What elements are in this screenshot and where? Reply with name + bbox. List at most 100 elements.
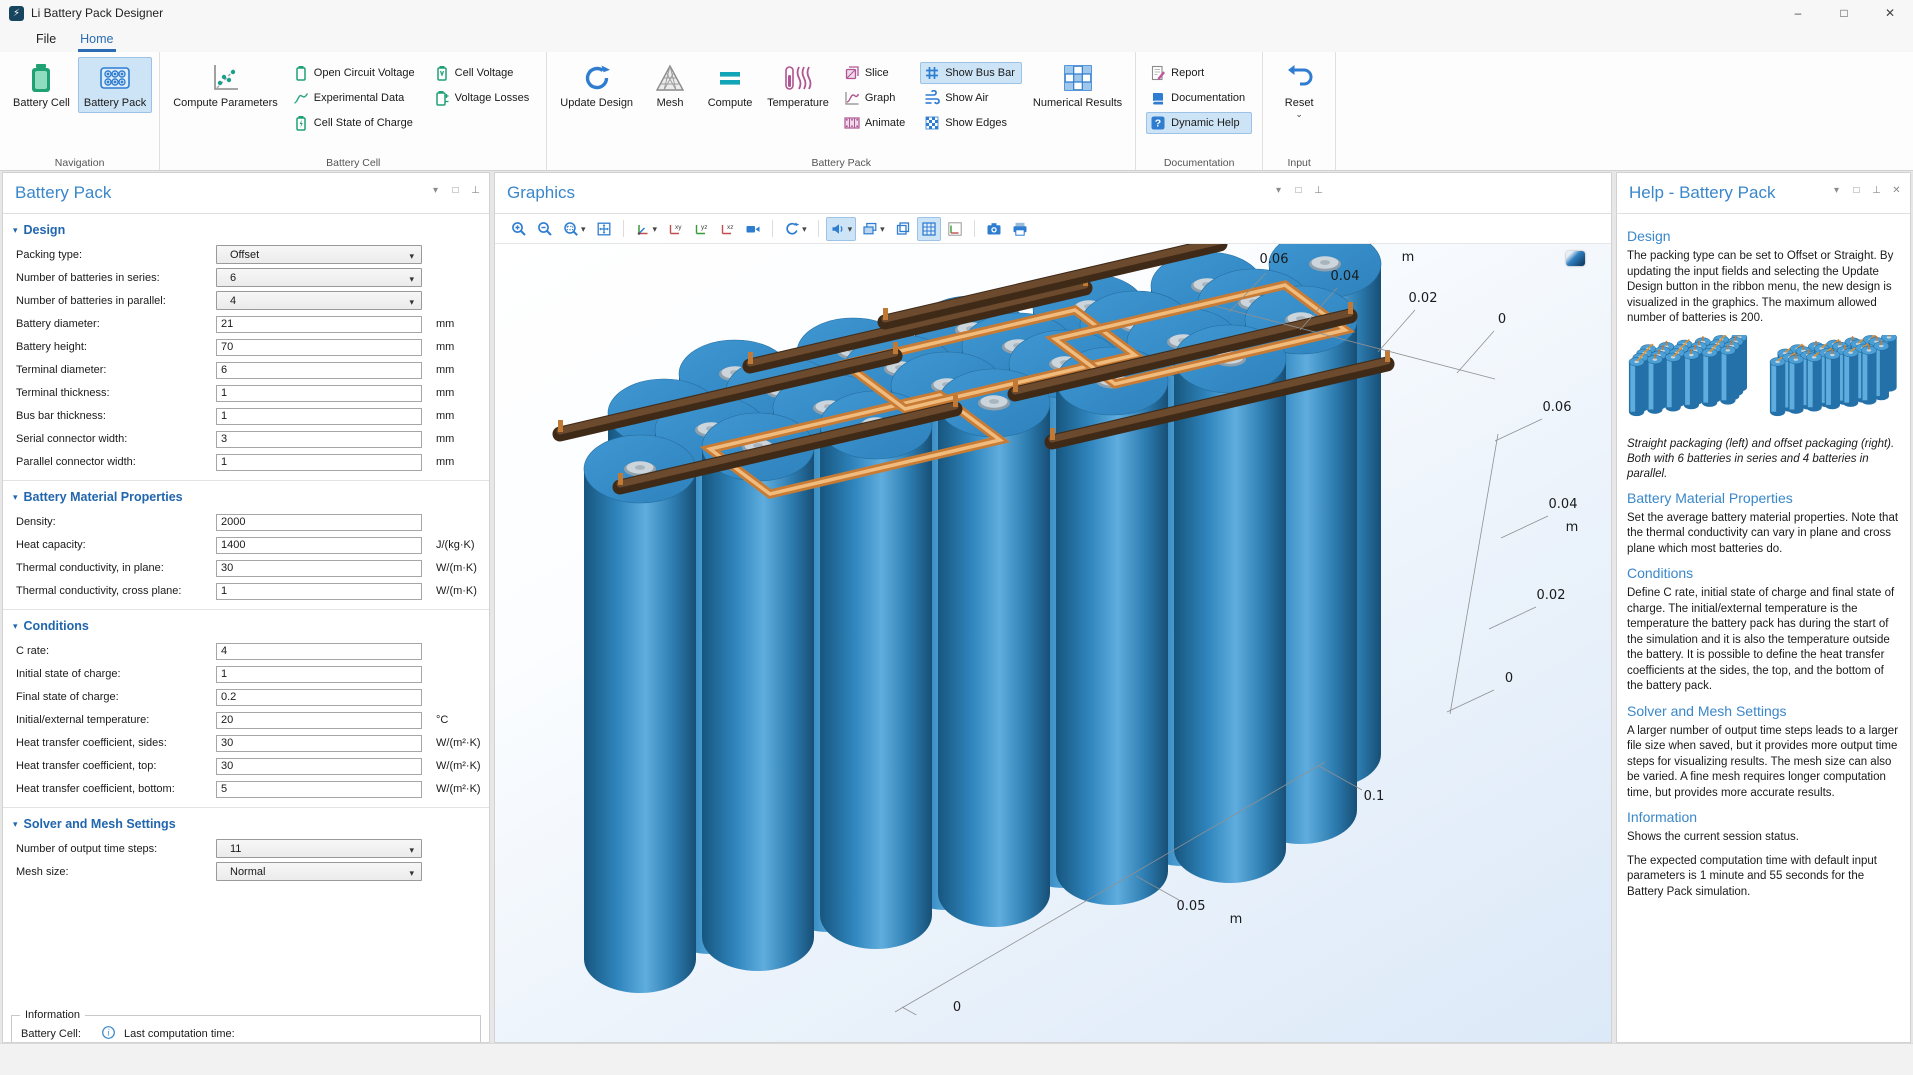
section-header[interactable]: ▾Conditions (13, 619, 489, 633)
heat-transfer-coefficient-bottom-field[interactable] (216, 781, 422, 798)
zoom-box-button[interactable]: ▾ (559, 217, 590, 241)
tab-home[interactable]: Home (68, 28, 125, 52)
button-label: Documentation (1171, 92, 1245, 104)
cell-voltage-button[interactable]: Cell Voltage (430, 62, 537, 84)
initial-state-of-charge-field[interactable] (216, 666, 422, 683)
scene-camera-button[interactable] (741, 217, 765, 241)
float-window-icon[interactable]: □ (1293, 185, 1304, 196)
serial-connector-width-field[interactable] (216, 431, 422, 448)
cell-state-of-charge-button[interactable]: Cell State of Charge (289, 112, 422, 134)
sound-button[interactable]: ▾ (826, 217, 857, 241)
axis-tick-label: 0.04 (1331, 269, 1360, 284)
numerical-results-button[interactable]: Numerical Results (1027, 57, 1128, 113)
view-xy-button[interactable]: xy (663, 217, 687, 241)
animate-icon (844, 115, 860, 131)
zoom-in-button[interactable] (507, 217, 531, 241)
float-window-icon[interactable]: □ (1851, 185, 1862, 196)
initial-external-temperature-field[interactable] (216, 712, 422, 729)
pin-icon[interactable]: ⊥ (470, 185, 481, 196)
show-edges-button[interactable]: Show Edges (920, 112, 1022, 134)
mesh-button[interactable]: Mesh (641, 57, 699, 113)
thermal-conductivity-cross-plane-field[interactable] (216, 583, 422, 600)
final-state-of-charge-field[interactable] (216, 689, 422, 706)
zoom-extents-button[interactable] (592, 217, 616, 241)
chevron-down-icon[interactable]: ▾ (430, 185, 441, 196)
battery-pack-3d-scene[interactable]: 0.060.040.020m0.060.040.020m0.10.050m (495, 244, 1611, 1015)
snapshot-button[interactable] (982, 217, 1006, 241)
temperature-icon (783, 63, 813, 93)
packing-type-select[interactable]: Offset▾ (216, 245, 422, 264)
number-of-output-time-steps-select[interactable]: 11▾ (216, 839, 422, 858)
heat-capacity-field[interactable] (216, 537, 422, 554)
battery-cell-button[interactable]: Battery Cell (7, 57, 76, 113)
reset-button[interactable]: Reset⌄ (1270, 57, 1328, 121)
form-row: Heat capacity:J/(kg·K) (3, 536, 489, 553)
pin-icon[interactable]: ⊥ (1313, 185, 1324, 196)
heat-transfer-coefficient-sides-field[interactable] (216, 735, 422, 752)
compute-parameters-button[interactable]: Compute Parameters (167, 57, 284, 113)
thermal-conductivity-in-plane-field[interactable] (216, 560, 422, 577)
form-row: Packing type:Offset▾ (3, 246, 489, 263)
terminal-thickness-field[interactable] (216, 385, 422, 402)
terminal-diameter-field[interactable] (216, 362, 422, 379)
information-label: Battery Cell: (21, 1028, 93, 1040)
info-icon[interactable]: i (101, 1025, 116, 1042)
close-icon[interactable]: ✕ (1891, 185, 1902, 196)
ribbon-group-battery-cell: Compute ParametersOpen Circuit Voltage Ex… (160, 52, 547, 170)
battery-pack-button[interactable]: Battery Pack (78, 57, 152, 113)
chevron-down-icon[interactable]: ▾ (1831, 185, 1842, 196)
report-icon (1150, 65, 1166, 81)
select-value: Offset (230, 249, 259, 261)
close-button[interactable]: ✕ (1867, 0, 1913, 26)
open-circuit-voltage-button[interactable]: Open Circuit Voltage (289, 62, 422, 84)
show-bus-bar-button[interactable]: Show Bus Bar (920, 62, 1022, 84)
view-xz-button[interactable]: xz (715, 217, 739, 241)
axes-button[interactable] (943, 217, 967, 241)
minimize-button[interactable]: – (1775, 0, 1821, 26)
button-label: Show Bus Bar (945, 67, 1015, 79)
parallel-connector-width-field[interactable] (216, 454, 422, 471)
voltage-losses-button[interactable]: Voltage Losses (430, 87, 537, 109)
animate-button[interactable]: Animate (840, 112, 912, 134)
default-view-button[interactable]: ▾ (631, 217, 662, 241)
update-design-button[interactable]: Update Design (554, 57, 639, 113)
density-field[interactable] (216, 514, 422, 531)
information-legend: Information (20, 1009, 85, 1021)
temperature-button[interactable]: Temperature (761, 57, 835, 113)
report-button[interactable]: Report (1146, 62, 1252, 84)
view-yz-button[interactable]: yz (689, 217, 713, 241)
grid-button[interactable] (917, 217, 941, 241)
slice-button[interactable]: Slice (840, 62, 912, 84)
battery-diameter-field[interactable] (216, 316, 422, 333)
graphics-canvas[interactable]: 0.060.040.020m0.060.040.020m0.10.050m (495, 244, 1611, 1042)
documentation-button[interactable]: Documentation (1146, 87, 1252, 109)
section-header[interactable]: ▾Battery Material Properties (13, 490, 489, 504)
mesh-size-select[interactable]: Normal▾ (216, 862, 422, 881)
rotate-button[interactable]: ▾ (780, 217, 811, 241)
pin-icon[interactable]: ⊥ (1871, 185, 1882, 196)
compute-button[interactable]: Compute (701, 57, 759, 113)
help-panel: Help - Battery Pack ▾ □ ⊥ ✕ DesignThe pa… (1616, 172, 1911, 1043)
view-orientation-icon[interactable] (1566, 251, 1585, 266)
section-header[interactable]: ▾Design (13, 223, 489, 237)
heat-transfer-coefficient-top-field[interactable] (216, 758, 422, 775)
tab-file[interactable]: File (24, 28, 68, 52)
graph-button[interactable]: Graph (840, 87, 912, 109)
dynamic-help-button[interactable]: ?Dynamic Help (1146, 112, 1252, 134)
show-air-button[interactable]: Show Air (920, 87, 1022, 109)
zoom-out-button[interactable] (533, 217, 557, 241)
transparency-button[interactable] (891, 217, 915, 241)
number-of-batteries-in-parallel-select[interactable]: 4▾ (216, 291, 422, 310)
chevron-down-icon[interactable]: ▾ (1273, 185, 1284, 196)
bus-bar-thickness-field[interactable] (216, 408, 422, 425)
print-button[interactable] (1008, 217, 1032, 241)
float-window-icon[interactable]: □ (450, 185, 461, 196)
section-header[interactable]: ▾Solver and Mesh Settings (13, 817, 489, 831)
view-mode-button[interactable]: ▾ (858, 217, 889, 241)
number-of-batteries-in-series-select[interactable]: 6▾ (216, 268, 422, 287)
battery-height-field[interactable] (216, 339, 422, 356)
maximize-button[interactable]: □ (1821, 0, 1867, 26)
c-rate-field[interactable] (216, 643, 422, 660)
field-label: Battery height: (16, 341, 87, 353)
experimental-data-button[interactable]: Experimental Data (289, 87, 422, 109)
